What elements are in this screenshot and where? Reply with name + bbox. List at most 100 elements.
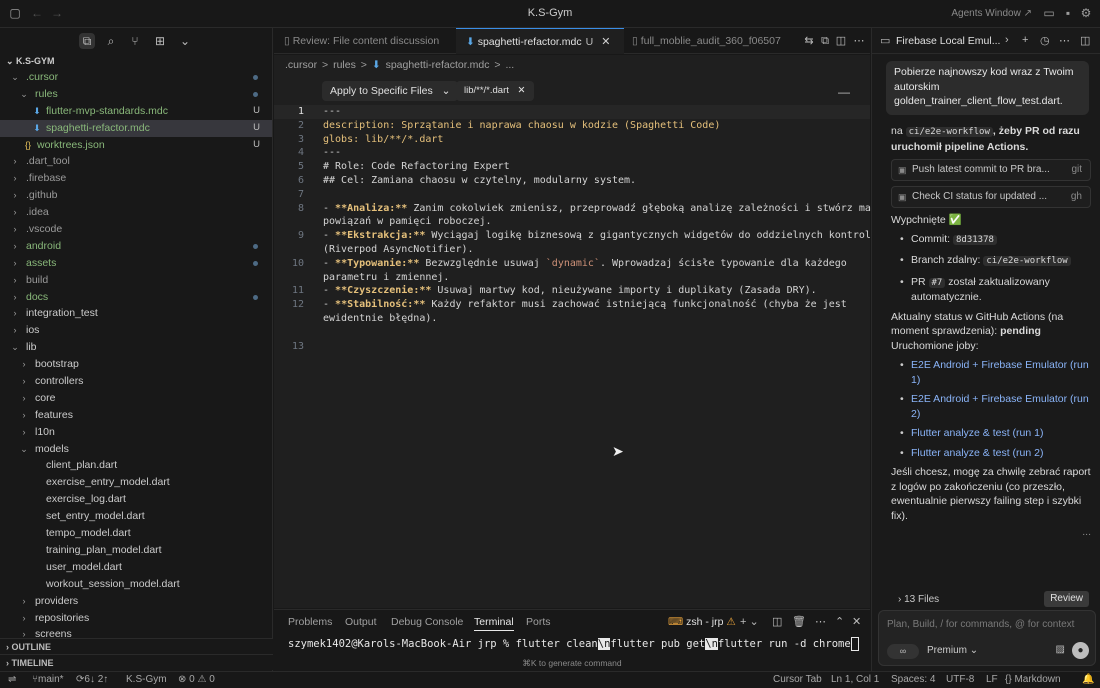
code-line[interactable]: 6 ## Cel: Zamiana chaosu w czytelny, modu…	[274, 174, 870, 188]
code-line[interactable]: 10 - **Typowanie:** Bezwzględnie usuwaj `…	[274, 257, 870, 271]
open-changes-icon[interactable]: ⇆	[802, 34, 816, 48]
terminal-output[interactable]: szymek1402@Karols-MacBook-Air jrp % flut…	[288, 637, 859, 651]
job-link[interactable]: E2E Android + Firebase Emulator (run 2)	[891, 392, 1091, 421]
outline-section[interactable]: › OUTLINE	[0, 638, 273, 654]
tab-spaghetti-refactor[interactable]: ⬇ spaghetti-refactor.mdc U ✕	[456, 28, 624, 54]
tab-review[interactable]: ▯ Review: File content discussion	[274, 28, 454, 54]
folder-item[interactable]: › .vscode	[0, 221, 272, 238]
folder-item[interactable]: › android	[0, 238, 272, 255]
folder-item[interactable]: ⌄ rules	[0, 86, 272, 103]
code-line[interactable]: 8 - **Analiza:** Zanim cokolwiek zmienisz…	[274, 202, 883, 216]
history-icon[interactable]: ◷	[1040, 34, 1050, 47]
folder-item[interactable]: › .firebase	[0, 170, 272, 187]
chat-title[interactable]: Firebase Local Emul...	[896, 35, 1000, 47]
file-item[interactable]: user_model.dart	[0, 559, 272, 576]
code-line[interactable]: 4 ---	[274, 146, 870, 160]
code-line[interactable]: 12 - **Stabilność:** Każdy refaktor musi …	[274, 298, 870, 312]
model-selector[interactable]: Premium ⌄	[927, 645, 978, 656]
review-button[interactable]: Review	[1044, 591, 1089, 607]
user-message[interactable]: Pobierze najnowszy kod wraz z Twoim auto…	[886, 61, 1089, 115]
job-link[interactable]: E2E Android + Firebase Emulator (run 1)	[891, 358, 1091, 387]
code-line[interactable]: (Riverpod AsyncNotifier).	[274, 243, 870, 257]
job-link[interactable]: Flutter analyze & test (run 1)	[891, 426, 1091, 441]
folder-item[interactable]: › bootstrap	[0, 356, 272, 373]
breadcrumb-item[interactable]: .cursor	[285, 59, 317, 71]
new-terminal-icon[interactable]: + ⌄	[740, 615, 759, 628]
file-item[interactable]: training_plan_model.dart	[0, 542, 272, 559]
folder-item[interactable]: › assets	[0, 255, 272, 272]
breadcrumb-item[interactable]: rules	[333, 59, 356, 71]
folder-item[interactable]: › features	[0, 407, 272, 424]
search-icon[interactable]: ⌕	[103, 33, 119, 49]
extensions-icon[interactable]: ⊞	[152, 33, 168, 49]
more-icon[interactable]: ...	[891, 525, 1091, 540]
file-item[interactable]: client_plan.dart	[0, 457, 272, 474]
git-branch[interactable]: ⑂ main*	[32, 672, 64, 688]
sync-status[interactable]: ⟳ 6↓ 2↑	[76, 672, 108, 688]
file-item[interactable]: {} worktrees.json U	[0, 137, 272, 154]
minimize-icon[interactable]: —	[838, 85, 850, 99]
folder-item[interactable]: › .github	[0, 187, 272, 204]
tab-debug-console[interactable]: Debug Console	[391, 616, 463, 628]
compare-icon[interactable]: ⧉	[818, 34, 832, 48]
chevron-up-icon[interactable]: ⌃	[835, 615, 844, 628]
indentation[interactable]: Spaces: 4	[891, 672, 935, 688]
code-line[interactable]: 11 - **Czyszczenie:** Usuwaj martwy kod, …	[274, 284, 870, 298]
changed-files-bar[interactable]: › 13 Files Review	[886, 591, 1089, 609]
code-line[interactable]: 5 # Role: Code Refactoring Expert	[274, 160, 870, 174]
folder-item[interactable]: ⌄ lib	[0, 339, 272, 356]
file-item[interactable]: exercise_entry_model.dart	[0, 474, 272, 491]
explorer-files-icon[interactable]: ⧉	[79, 33, 95, 49]
agent-mode-toggle[interactable]: ∞	[887, 644, 919, 659]
close-panel-icon[interactable]: ✕	[852, 615, 861, 628]
terminal-instance[interactable]: ⌨ zsh - jrp ⚠	[668, 616, 736, 628]
new-chat-icon[interactable]: +	[1022, 34, 1028, 46]
folder-item[interactable]: › repositories	[0, 610, 272, 627]
encoding[interactable]: UTF-8	[946, 672, 974, 688]
file-item[interactable]: exercise_log.dart	[0, 491, 272, 508]
folder-item[interactable]: ⌄ models	[0, 441, 272, 458]
remote-icon[interactable]: ⇌	[8, 672, 16, 688]
more-actions-icon[interactable]: ⋯	[1059, 34, 1070, 47]
agents-window-link[interactable]: Agents Window ↗	[951, 8, 1032, 19]
problems-indicator[interactable]: ⊗ 0 ⚠ 0	[178, 672, 215, 688]
trash-icon[interactable]: 🗑	[792, 615, 806, 628]
chevron-right-icon[interactable]: ›	[1005, 34, 1009, 46]
more-actions-icon[interactable]: ⋯	[852, 34, 866, 48]
code-line[interactable]: parametru i zmiennej.	[274, 271, 870, 285]
breadcrumb-item[interactable]: spaghetti-refactor.mdc	[386, 59, 490, 71]
split-editor-icon[interactable]: ◫	[834, 34, 848, 48]
folder-item[interactable]: › ios	[0, 322, 272, 339]
split-terminal-icon[interactable]: ◫	[772, 615, 782, 628]
folder-item[interactable]: ⌄ .cursor	[0, 69, 272, 86]
code-line[interactable]: 13	[274, 340, 870, 354]
end-of-line[interactable]: LF	[986, 672, 998, 688]
explorer-header[interactable]: ⌄ K.S-GYM	[0, 54, 272, 69]
folder-item[interactable]: › .dart_tool	[0, 153, 272, 170]
tab-terminal[interactable]: Terminal	[474, 616, 514, 631]
toggle-panel-icon[interactable]: ◫	[1080, 34, 1090, 47]
file-item[interactable]: ⬇ flutter-mvp-standards.mdc U	[0, 103, 272, 120]
layout-panel-icon[interactable]: ▭	[1042, 6, 1056, 20]
close-icon[interactable]: ✕	[518, 85, 526, 96]
settings-gear-icon[interactable]: ⚙	[1079, 6, 1093, 20]
breadcrumb-item[interactable]: ...	[505, 59, 514, 71]
code-line[interactable]: 3 globs: lib/**/*.dart	[274, 133, 870, 147]
folder-item[interactable]: › core	[0, 390, 272, 407]
microphone-icon[interactable]: ●	[1072, 642, 1089, 659]
glob-pattern-chip[interactable]: lib/**/*.dart ✕	[456, 81, 534, 101]
cursor-position[interactable]: Ln 1, Col 1	[831, 672, 879, 688]
timeline-section[interactable]: › TIMELINE	[0, 654, 273, 670]
image-attach-icon[interactable]: ▨	[1056, 644, 1065, 655]
file-item[interactable]: ⬇ spaghetti-refactor.mdc U	[0, 119, 272, 137]
code-line[interactable]: 9 - **Ekstrakcja:** Wyciągaj logikę bizne…	[274, 229, 895, 243]
project-name[interactable]: K.S-Gym	[126, 672, 167, 688]
tool-call-gh[interactable]: ▣ Check CI status for updated ... gh	[891, 186, 1091, 208]
tool-call-git[interactable]: ▣ Push latest commit to PR bra... git	[891, 159, 1091, 181]
folder-item[interactable]: › controllers	[0, 373, 272, 390]
tab-full-mobile-audit[interactable]: ▯ full_moblie_audit_360_f06507	[626, 28, 804, 54]
folder-item[interactable]: › .idea	[0, 204, 272, 221]
file-item[interactable]: set_entry_model.dart	[0, 508, 272, 525]
file-item[interactable]: tempo_model.dart	[0, 525, 272, 542]
chat-input[interactable]: Plan, Build, / for commands, @ for conte…	[878, 610, 1096, 666]
